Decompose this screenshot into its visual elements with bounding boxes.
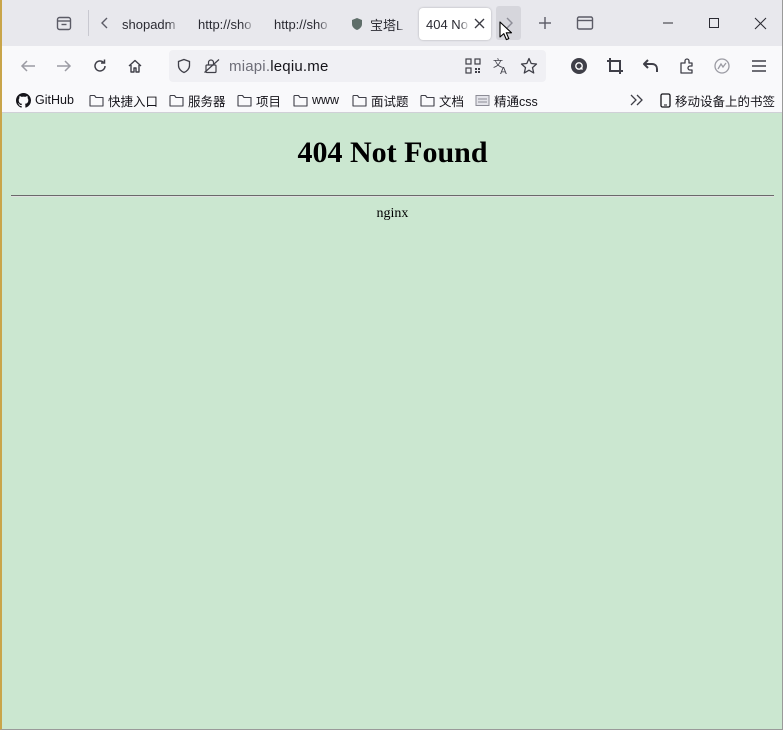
close-window-icon[interactable] (748, 11, 772, 35)
tab-title: http://sho (198, 16, 252, 32)
tracking-protection-shield-icon[interactable] (176, 58, 192, 79)
url-subdomain: miapi. (229, 58, 271, 75)
bookmark-label: 服务器 (188, 94, 226, 109)
menu-hamburger-icon[interactable] (746, 53, 772, 79)
tab-title: 宝塔L (370, 17, 404, 33)
address-bar[interactable]: miapi.leqiu.me 文A (169, 50, 546, 82)
shield-favicon-icon (350, 17, 364, 31)
folder-icon (89, 94, 104, 107)
mouse-cursor-icon (499, 21, 513, 41)
bookmark-label: 项目 (256, 94, 282, 109)
error-heading: 404 Not Found (297, 136, 488, 169)
extensions-puzzle-icon[interactable] (674, 53, 700, 79)
url-text[interactable]: miapi.leqiu.me (229, 58, 329, 75)
url-host: leqiu.me (270, 58, 329, 75)
github-icon (16, 92, 31, 108)
bookmark-folder-www[interactable]: www (293, 90, 339, 110)
bookmarks-overflow-button[interactable] (629, 90, 649, 110)
page-icon (475, 94, 490, 106)
new-tab-icon[interactable] (533, 11, 557, 35)
crop-screenshot-icon[interactable] (602, 53, 628, 79)
bookmark-folder-docs[interactable]: 文档 (420, 90, 464, 110)
server-signature: nginx (376, 206, 409, 221)
tabs-scroll-left-icon[interactable] (94, 11, 116, 35)
qr-code-icon[interactable] (465, 58, 481, 79)
back-icon[interactable] (15, 53, 41, 79)
bookmark-folder-interview[interactable]: 面试题 (352, 90, 409, 110)
bookmark-label: 面试题 (371, 94, 409, 109)
tab-title: http://sho (274, 16, 328, 32)
navigation-toolbar: miapi.leqiu.me 文A (2, 46, 782, 86)
bookmark-label: 精通css (494, 94, 538, 109)
bookmark-master-css[interactable]: 精通css (475, 90, 538, 110)
bookmark-label: 文档 (439, 94, 465, 109)
tab-separator (88, 10, 89, 36)
bookmark-label: 快捷入口 (108, 94, 159, 109)
home-icon[interactable] (122, 53, 148, 79)
divider (11, 195, 774, 197)
account-sync-icon[interactable] (709, 53, 735, 79)
translate-icon[interactable]: 文A (492, 57, 510, 80)
reload-icon[interactable] (87, 53, 113, 79)
tab-title: 404 No (426, 16, 468, 32)
maximize-icon[interactable] (702, 11, 726, 35)
tab-bar: shopadm http://sho http://sho 宝塔L 404 No (2, 0, 782, 46)
folder-icon (293, 94, 308, 107)
firefox-view-icon[interactable] (52, 11, 76, 35)
tab-title: shopadm (122, 16, 176, 32)
bookmark-github[interactable]: GitHub (16, 90, 74, 110)
q-extension-icon[interactable] (566, 53, 592, 79)
mobile-device-icon (660, 92, 671, 108)
tab-close-icon[interactable] (474, 16, 485, 33)
folder-icon (169, 94, 184, 107)
bookmarks-toolbar: GitHub 快捷入口 服务器 项目 www 面试题 文档 精通css 移动设备… (2, 86, 782, 113)
tab-baota[interactable]: 宝塔L (350, 8, 408, 40)
tab-http-2[interactable]: http://sho (274, 8, 334, 40)
mobile-bookmarks[interactable]: 移动设备上的书签 (660, 90, 775, 110)
tab-list-icon[interactable] (573, 11, 597, 35)
svg-text:A: A (500, 66, 507, 75)
bookmark-label: www (312, 93, 340, 107)
browser-window: shopadm http://sho http://sho 宝塔L 404 No (0, 0, 783, 730)
tab-http-1[interactable]: http://sho (198, 8, 258, 40)
bookmark-label: GitHub (35, 93, 74, 107)
mobile-bookmarks-label: 移动设备上的书签 (675, 94, 776, 109)
page-content: 404 Not Found nginx (2, 113, 782, 729)
undo-arrow-icon[interactable] (638, 53, 664, 79)
tab-404-active[interactable]: 404 No (419, 8, 491, 40)
folder-icon (352, 94, 367, 107)
folder-icon (420, 94, 435, 107)
folder-icon (237, 94, 252, 107)
tab-shopadm[interactable]: shopadm (122, 8, 184, 40)
bookmark-star-icon[interactable] (520, 57, 538, 80)
bookmark-folder-quick-entry[interactable]: 快捷入口 (89, 90, 158, 110)
insecure-lock-icon[interactable] (203, 58, 221, 79)
minimize-icon[interactable] (656, 11, 680, 35)
forward-icon[interactable] (51, 53, 77, 79)
bookmark-folder-projects[interactable]: 项目 (237, 90, 281, 110)
bookmark-folder-servers[interactable]: 服务器 (169, 90, 226, 110)
double-chevron-right-icon (630, 94, 643, 106)
